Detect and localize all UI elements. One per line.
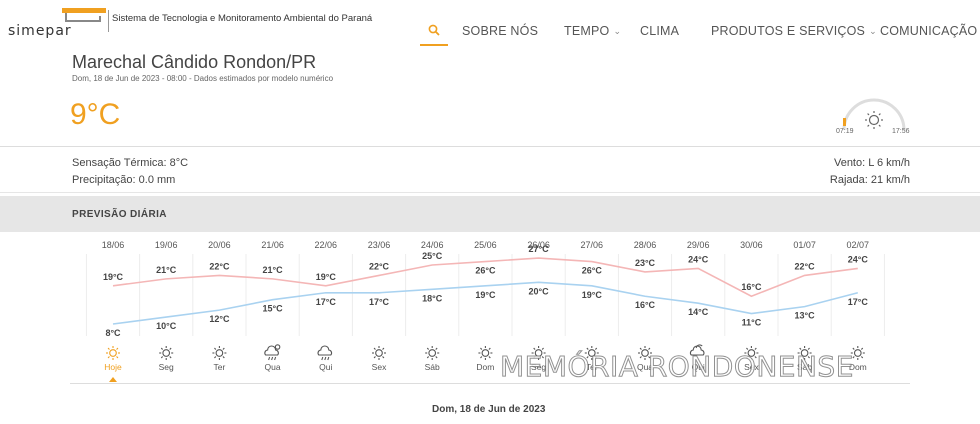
- sunset-time: 17:56: [892, 128, 910, 135]
- min-temp-label: 11°C: [742, 318, 762, 328]
- nav-clima[interactable]: CLIMA: [640, 24, 679, 38]
- sunrise-time: 07:19: [836, 128, 854, 135]
- max-temp-label: 21°C: [156, 265, 177, 275]
- day-label[interactable]: Sáb: [425, 362, 440, 372]
- nav-comunicacao[interactable]: COMUNICAÇÃO⌄: [880, 24, 980, 38]
- day-label[interactable]: Dom: [476, 362, 494, 372]
- min-temp-label: 16°C: [635, 300, 656, 310]
- divider: [70, 383, 910, 384]
- forecast-title: PREVISÃO DIÁRIA: [72, 209, 167, 220]
- sun-icon: [372, 346, 386, 360]
- brand-subtitle: Sistema de Tecnologia e Monitoramento Am…: [112, 13, 373, 24]
- conditions-panel: Sensação Térmica: 8°C Precipitação: 0.0 …: [0, 146, 980, 193]
- nav-sobre-nos[interactable]: SOBRE NÓS: [462, 24, 538, 38]
- date-label: 24/06: [421, 240, 444, 250]
- date-label: 25/06: [474, 240, 497, 250]
- max-temp-label: 22°C: [209, 261, 230, 271]
- gust: Rajada: 21 km/h: [829, 174, 910, 186]
- chevron-down-icon: ⌄: [869, 26, 877, 36]
- logo-divider: [108, 10, 109, 32]
- max-temp-label: 19°C: [103, 272, 124, 282]
- min-temp-label: 17°C: [316, 297, 337, 307]
- sun-arc-icon: [842, 98, 906, 131]
- day-label[interactable]: Qua: [265, 362, 281, 372]
- max-temp-label: 24°C: [688, 254, 709, 264]
- max-temp-label: 26°C: [475, 266, 496, 276]
- sun-icon: [212, 346, 227, 360]
- nav-tempo[interactable]: TEMPO ⌄: [564, 24, 621, 38]
- min-temp-label: 20°C: [529, 286, 550, 296]
- nav-clima-label: CLIMA: [640, 24, 680, 38]
- sun-widget: 07:19 17:56: [836, 92, 916, 136]
- date-label: 18/06: [102, 240, 125, 250]
- current-temperature: 9°C: [70, 98, 121, 131]
- nav-sobre-nos-label: SOBRE NÓS: [462, 24, 539, 38]
- logo-text: simepar: [8, 23, 72, 39]
- max-temp-label: 25°C: [422, 251, 443, 261]
- min-temp-label: 8°C: [105, 328, 121, 338]
- thunderstorm-icon: [264, 344, 281, 361]
- search-icon: [428, 24, 440, 36]
- logo-mark-icon: [62, 8, 106, 22]
- date-label: 01/07: [793, 240, 816, 250]
- date-label: 23/06: [368, 240, 391, 250]
- precipitation: Precipitação: 0.0 mm: [72, 174, 176, 186]
- feels-like: Sensação Térmica: 8°C: [72, 157, 189, 169]
- wind: Vento: L 6 km/h: [833, 157, 910, 169]
- day-label[interactable]: Hoje: [104, 362, 122, 372]
- min-temp-label: 15°C: [263, 304, 284, 314]
- chevron-down-icon: ⌄: [613, 26, 622, 36]
- watermark: MEMÓRIA RONDONENSE: [500, 350, 854, 384]
- max-temp-label: 22°C: [795, 261, 816, 271]
- sun-icon: [425, 346, 440, 360]
- date-label: 30/06: [740, 240, 763, 250]
- min-temp-label: 19°C: [475, 290, 496, 300]
- day-label[interactable]: Qui: [319, 362, 332, 372]
- max-temp-label: 16°C: [741, 282, 762, 292]
- day-label[interactable]: Sex: [372, 362, 387, 372]
- city-name: Marechal Cândido Rondon/PR: [72, 52, 317, 72]
- date-label: 28/06: [634, 240, 657, 250]
- min-temp-label: 10°C: [156, 321, 177, 331]
- nav-tempo-label: TEMPO: [564, 24, 610, 38]
- date-label: 19/06: [155, 240, 178, 250]
- main-nav: SOBRE NÓS TEMPO ⌄ CLIMA PRODUTOS E SERVIÇ…: [420, 14, 980, 48]
- forecast-header: PREVISÃO DIÁRIA: [0, 196, 980, 232]
- max-temp-label: 24°C: [848, 254, 869, 264]
- max-temp-label: 27°C: [529, 244, 550, 254]
- sun-icon: [159, 346, 174, 360]
- date-label: 02/07: [847, 240, 870, 250]
- search-button[interactable]: [420, 14, 448, 46]
- day-label[interactable]: Seg: [159, 362, 174, 372]
- date-label: 20/06: [208, 240, 231, 250]
- max-temp-label: 19°C: [316, 272, 337, 282]
- min-temp-label: 13°C: [795, 311, 816, 321]
- max-temp-label: 22°C: [369, 261, 390, 271]
- sun-icon: [106, 346, 120, 360]
- min-temp-label: 17°C: [848, 297, 869, 307]
- date-label: 27/06: [581, 240, 604, 250]
- nav-comunicacao-label: COMUNICAÇÃO: [880, 24, 978, 38]
- min-temp-label: 17°C: [369, 297, 390, 307]
- min-temp-label: 12°C: [209, 314, 230, 324]
- nav-produtos-label: PRODUTOS E SERVIÇOS: [711, 24, 866, 38]
- sun-icon: [478, 346, 493, 360]
- day-label[interactable]: Ter: [213, 362, 225, 372]
- max-temp-label: 21°C: [263, 265, 284, 275]
- selected-date: Dom, 18 de Jun de 2023: [432, 404, 546, 415]
- selected-day-marker: [109, 377, 117, 382]
- max-temp-label: 23°C: [635, 258, 656, 268]
- min-temp-label: 18°C: [422, 293, 443, 303]
- datetime-note: Dom, 18 de Jun de 2023 - 08:00 - Dados e…: [72, 74, 334, 83]
- max-temp-label: 26°C: [582, 266, 603, 276]
- min-temp-label: 14°C: [688, 307, 709, 317]
- date-label: 22/06: [315, 240, 338, 250]
- rain-icon: [317, 345, 333, 361]
- simepar-logo[interactable]: simepar: [4, 6, 108, 39]
- top-bar: simepar Sistema de Tecnologia e Monitora…: [0, 0, 980, 48]
- date-label: 29/06: [687, 240, 710, 250]
- date-label: 21/06: [261, 240, 284, 250]
- nav-produtos-servicos[interactable]: PRODUTOS E SERVIÇOS ⌄: [711, 24, 877, 38]
- min-temp-label: 19°C: [582, 290, 603, 300]
